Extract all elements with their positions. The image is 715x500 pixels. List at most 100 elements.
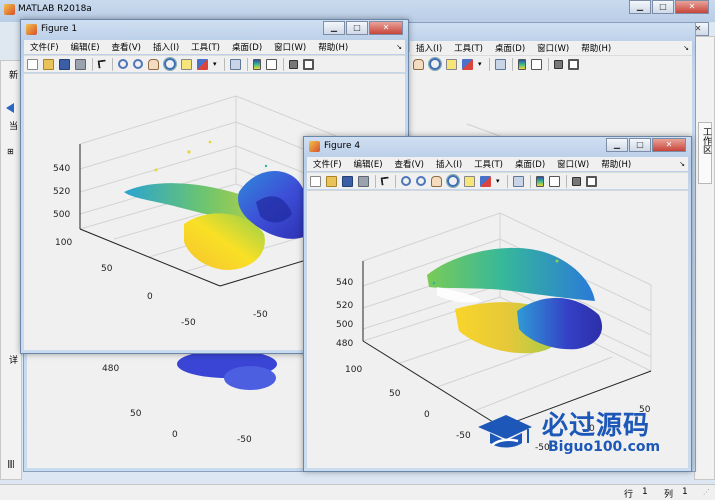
- main-minimize-button[interactable]: ▁: [629, 0, 651, 14]
- menu-view[interactable]: 查看(V): [106, 41, 147, 53]
- main-close-button[interactable]: ✕: [675, 0, 709, 14]
- save-icon[interactable]: [342, 175, 353, 187]
- workspace-tab-label: 工作区: [701, 127, 711, 154]
- menu-edit[interactable]: 编辑(E): [65, 41, 106, 53]
- menu-edit[interactable]: 编辑(E): [348, 158, 389, 170]
- figure1-maximize-button[interactable]: □: [346, 21, 368, 35]
- menu-desktop[interactable]: 桌面(D): [226, 41, 268, 53]
- rotate-3d-icon[interactable]: [446, 174, 460, 188]
- background-menu-item[interactable]: 帮助(H): [575, 42, 617, 54]
- new-figure-icon[interactable]: [27, 58, 38, 70]
- chevron-down-icon[interactable]: ▾: [478, 59, 483, 70]
- save-icon[interactable]: [59, 58, 70, 70]
- pan-icon[interactable]: [413, 58, 424, 70]
- menu-window[interactable]: 窗口(W): [268, 41, 312, 53]
- select-cursor-icon[interactable]: [97, 59, 107, 69]
- left-strip-label-detail: 详: [9, 356, 19, 366]
- data-cursor-icon[interactable]: [181, 58, 192, 70]
- pan-icon[interactable]: [431, 175, 442, 187]
- data-cursor-icon[interactable]: [464, 175, 475, 187]
- rotate-3d-icon[interactable]: [163, 57, 177, 71]
- figure1-minimize-button[interactable]: ▁: [323, 21, 345, 35]
- menu-help[interactable]: 帮助(H): [312, 41, 354, 53]
- main-maximize-button[interactable]: □: [652, 0, 674, 14]
- background-menu-item[interactable]: 插入(I): [410, 42, 448, 54]
- figure4-minimize-button[interactable]: ▁: [606, 138, 628, 152]
- zoom-out-icon[interactable]: [416, 176, 426, 186]
- menu-tools[interactable]: 工具(T): [468, 158, 509, 170]
- background-menu-item[interactable]: 桌面(D): [489, 42, 531, 54]
- figure4-maximize-button[interactable]: □: [629, 138, 651, 152]
- select-cursor-icon[interactable]: [380, 176, 390, 186]
- menu-tools[interactable]: 工具(T): [185, 41, 226, 53]
- insert-colorbar-icon[interactable]: [253, 58, 261, 70]
- menu-view[interactable]: 查看(V): [389, 158, 430, 170]
- insert-legend-icon[interactable]: [531, 58, 542, 70]
- watermark-logo: 必过源码 Biguo100.com: [476, 405, 686, 461]
- figure4-toolbar: ▾: [307, 172, 688, 189]
- menu-overflow-icon[interactable]: ↘: [390, 43, 405, 51]
- figure4-y-tick: 0: [424, 410, 430, 420]
- insert-legend-icon[interactable]: [549, 175, 560, 187]
- figure1-toolbar: ▾: [24, 55, 405, 72]
- resize-grip-icon[interactable]: ⋰: [703, 488, 710, 496]
- background-menu-item[interactable]: 窗口(W): [531, 42, 575, 54]
- brush-icon[interactable]: [480, 175, 491, 187]
- status-row-label: 行: [624, 490, 634, 500]
- data-cursor-icon[interactable]: [446, 58, 457, 70]
- background-menubar: 插入(I) 工具(T) 桌面(D) 窗口(W) 帮助(H) ↘: [410, 41, 692, 55]
- show-plot-tools-icon[interactable]: [586, 175, 597, 187]
- zoom-in-icon[interactable]: [118, 59, 128, 69]
- status-col-value: 1: [682, 487, 688, 497]
- hide-plot-tools-icon[interactable]: [554, 59, 563, 69]
- brush-icon[interactable]: [462, 58, 473, 70]
- left-nav-arrow-icon[interactable]: [6, 103, 14, 113]
- chevron-down-icon[interactable]: ▾: [213, 59, 218, 70]
- figure1-close-button[interactable]: ✕: [369, 21, 403, 35]
- hide-plot-tools-icon[interactable]: [572, 176, 581, 186]
- menu-file[interactable]: 文件(F): [307, 158, 348, 170]
- print-icon[interactable]: [75, 58, 86, 70]
- background-menu-item[interactable]: 工具(T): [448, 42, 489, 54]
- figure4-y-tick: 50: [389, 389, 401, 399]
- pan-icon[interactable]: [148, 58, 159, 70]
- show-plot-tools-icon[interactable]: [568, 58, 579, 70]
- figure1-menubar: 文件(F) 编辑(E) 查看(V) 插入(I) 工具(T) 桌面(D) 窗口(W…: [24, 40, 405, 54]
- menu-help[interactable]: 帮助(H): [595, 158, 637, 170]
- link-plot-icon[interactable]: [230, 58, 241, 70]
- link-plot-icon[interactable]: [513, 175, 524, 187]
- toolbar-separator: [92, 57, 93, 71]
- background-menu-overflow-icon[interactable]: ↘: [677, 44, 692, 52]
- menu-insert[interactable]: 插入(I): [147, 41, 185, 53]
- figure4-window-controls: ▁ □ ✕: [605, 138, 686, 152]
- menu-insert[interactable]: 插入(I): [430, 158, 468, 170]
- zoom-in-icon[interactable]: [401, 176, 411, 186]
- open-file-icon[interactable]: [326, 175, 337, 187]
- show-plot-tools-icon[interactable]: [303, 58, 314, 70]
- menu-desktop[interactable]: 桌面(D): [509, 158, 551, 170]
- menu-window[interactable]: 窗口(W): [551, 158, 595, 170]
- menu-file[interactable]: 文件(F): [24, 41, 65, 53]
- figure1-y-tick: 0: [147, 292, 153, 302]
- figure1-point-cloud: [124, 140, 311, 270]
- matlab-logo-icon: [4, 4, 15, 15]
- hide-plot-tools-icon[interactable]: [289, 59, 298, 69]
- insert-colorbar-icon[interactable]: [518, 58, 526, 70]
- chevron-down-icon[interactable]: ▾: [496, 176, 501, 187]
- rotate-3d-icon[interactable]: [428, 57, 442, 71]
- workspace-tab[interactable]: 工作区: [698, 122, 712, 184]
- new-figure-icon[interactable]: [310, 175, 321, 187]
- brush-icon[interactable]: [197, 58, 208, 70]
- print-icon[interactable]: [358, 175, 369, 187]
- panel-grip-icon[interactable]: ||||: [7, 459, 15, 468]
- figure-window-icon: [309, 141, 320, 152]
- insert-colorbar-icon[interactable]: [536, 175, 544, 187]
- toolbar-separator: [395, 174, 396, 188]
- zoom-out-icon[interactable]: [133, 59, 143, 69]
- insert-legend-icon[interactable]: [266, 58, 277, 70]
- expand-icon[interactable]: ⊞: [7, 147, 14, 156]
- link-plot-icon[interactable]: [495, 58, 506, 70]
- menu-overflow-icon[interactable]: ↘: [673, 160, 688, 168]
- open-file-icon[interactable]: [43, 58, 54, 70]
- figure4-close-button[interactable]: ✕: [652, 138, 686, 152]
